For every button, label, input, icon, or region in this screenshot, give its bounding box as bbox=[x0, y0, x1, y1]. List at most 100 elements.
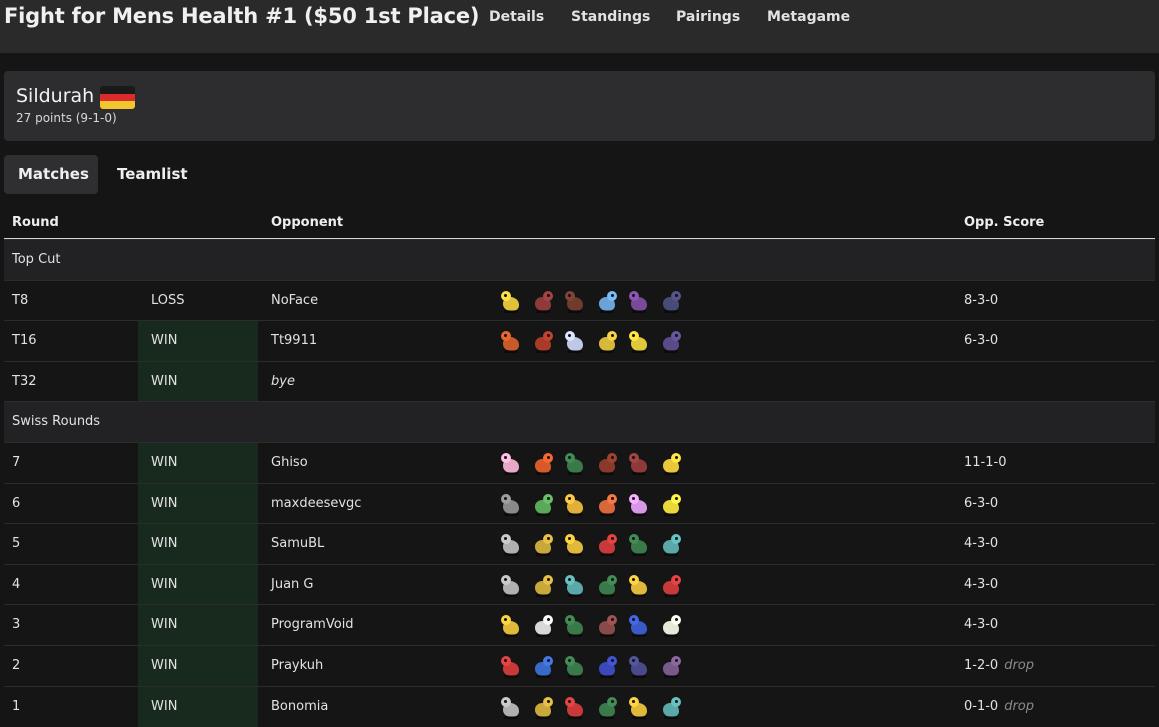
result-cell: WIN bbox=[138, 687, 258, 727]
opp-score-value: 0-1-0 bbox=[964, 699, 999, 714]
opponent-team[interactable] bbox=[498, 329, 684, 355]
result-cell: WIN bbox=[138, 565, 258, 605]
opponent-team[interactable] bbox=[498, 613, 684, 639]
opponent-name[interactable]: Juan G bbox=[271, 565, 314, 605]
opponent-team[interactable] bbox=[498, 289, 684, 315]
round-cell: 4 bbox=[12, 577, 21, 592]
result-cell: LOSS bbox=[151, 293, 185, 308]
pokemon-sprite-icon bbox=[594, 613, 620, 639]
match-row[interactable]: 7 WIN Ghiso 11-1-0 bbox=[4, 442, 1155, 483]
pokemon-sprite-icon bbox=[658, 695, 684, 721]
match-row[interactable]: 6 WIN maxdeesevgc 6-3-0 bbox=[4, 483, 1155, 524]
opponent-name[interactable]: Praykuh bbox=[271, 646, 323, 686]
nav-metagame[interactable]: Metagame bbox=[767, 9, 850, 25]
player-name: Sildurah bbox=[16, 85, 95, 107]
section-label: Top Cut bbox=[12, 252, 61, 267]
drop-label: drop bbox=[1004, 699, 1035, 714]
match-row[interactable]: T8 LOSS NoFace 8-3-0 bbox=[4, 280, 1155, 321]
pokemon-sprite-icon bbox=[562, 289, 588, 315]
opp-score-value: 4-3-0 bbox=[964, 577, 999, 592]
opponent-name[interactable]: ProgramVoid bbox=[271, 605, 354, 645]
pokemon-sprite-icon bbox=[530, 613, 556, 639]
tab-teamlist[interactable]: Teamlist bbox=[103, 155, 202, 194]
match-row[interactable]: 2 WIN Praykuh 1-2-0 drop bbox=[4, 645, 1155, 686]
opponent-name[interactable]: maxdeesevgc bbox=[271, 484, 361, 524]
opp-score-value: 11-1-0 bbox=[964, 455, 1007, 470]
opp-score-value: 6-3-0 bbox=[964, 496, 999, 511]
pokemon-sprite-icon bbox=[594, 695, 620, 721]
opp-score-cell: 4-3-0 bbox=[964, 565, 998, 605]
pokemon-sprite-icon bbox=[626, 289, 652, 315]
pokemon-sprite-icon bbox=[626, 451, 652, 477]
nav-pairings[interactable]: Pairings bbox=[676, 9, 740, 25]
player-card: Sildurah 27 points (9-1-0) bbox=[4, 71, 1155, 141]
pokemon-sprite-icon bbox=[498, 573, 524, 599]
pokemon-sprite-icon bbox=[498, 613, 524, 639]
match-row[interactable]: 4 WIN Juan G 4-3-0 bbox=[4, 564, 1155, 605]
pokemon-sprite-icon bbox=[562, 329, 588, 355]
round-cell: 3 bbox=[12, 617, 21, 632]
opp-score-cell: 4-3-0 bbox=[964, 524, 998, 564]
opponent-team[interactable] bbox=[498, 451, 684, 477]
match-row[interactable]: T16 WIN Tt9911 6-3-0 bbox=[4, 320, 1155, 361]
pokemon-sprite-icon bbox=[594, 289, 620, 315]
opp-score-cell: 1-2-0 drop bbox=[964, 646, 1034, 686]
pokemon-sprite-icon bbox=[658, 654, 684, 680]
match-row[interactable]: 1 WIN Bonomia 0-1-0 drop bbox=[4, 686, 1155, 727]
pokemon-sprite-icon bbox=[658, 573, 684, 599]
pokemon-sprite-icon bbox=[594, 654, 620, 680]
match-row[interactable]: T32 WIN bye bbox=[4, 361, 1155, 402]
section-row: Swiss Rounds bbox=[4, 401, 1155, 442]
pokemon-sprite-icon bbox=[626, 613, 652, 639]
column-header-round: Round bbox=[12, 215, 59, 230]
nav-details[interactable]: Details bbox=[489, 9, 544, 25]
opponent-name[interactable]: SamuBL bbox=[271, 524, 324, 564]
pokemon-sprite-icon bbox=[626, 492, 652, 518]
pokemon-sprite-icon bbox=[594, 451, 620, 477]
pokemon-sprite-icon bbox=[530, 654, 556, 680]
pokemon-sprite-icon bbox=[562, 613, 588, 639]
opp-score-value: 6-3-0 bbox=[964, 333, 999, 348]
pokemon-sprite-icon bbox=[594, 573, 620, 599]
tournament-title: Fight for Mens Health #1 ($50 1st Place) bbox=[4, 4, 480, 28]
pokemon-sprite-icon bbox=[562, 492, 588, 518]
opponent-team[interactable] bbox=[498, 492, 684, 518]
opponent-name[interactable]: Tt9911 bbox=[271, 321, 317, 361]
result-cell: WIN bbox=[138, 524, 258, 564]
nav-standings[interactable]: Standings bbox=[571, 9, 650, 25]
pokemon-sprite-icon bbox=[562, 532, 588, 558]
opp-score-value: 1-2-0 bbox=[964, 658, 999, 673]
pokemon-sprite-icon bbox=[530, 492, 556, 518]
result-cell: WIN bbox=[138, 646, 258, 686]
pokemon-sprite-icon bbox=[498, 654, 524, 680]
pokemon-sprite-icon bbox=[530, 329, 556, 355]
pokemon-sprite-icon bbox=[626, 573, 652, 599]
opponent-name[interactable]: Ghiso bbox=[271, 443, 308, 483]
result-cell: WIN bbox=[138, 321, 258, 361]
pokemon-sprite-icon bbox=[658, 329, 684, 355]
match-row[interactable]: 3 WIN ProgramVoid 4-3-0 bbox=[4, 604, 1155, 645]
opponent-name[interactable]: Bonomia bbox=[271, 687, 328, 727]
match-row[interactable]: 5 WIN SamuBL 4-3-0 bbox=[4, 523, 1155, 564]
pokemon-sprite-icon bbox=[626, 532, 652, 558]
round-cell: T32 bbox=[12, 374, 37, 389]
opp-score-value: 4-3-0 bbox=[964, 536, 999, 551]
pokemon-sprite-icon bbox=[530, 451, 556, 477]
pokemon-sprite-icon bbox=[562, 654, 588, 680]
pokemon-sprite-icon bbox=[498, 451, 524, 477]
opp-score-cell: 11-1-0 bbox=[964, 443, 1006, 483]
pokemon-sprite-icon bbox=[562, 695, 588, 721]
result-cell: WIN bbox=[138, 362, 258, 402]
tab-matches[interactable]: Matches bbox=[4, 155, 98, 194]
drop-label: drop bbox=[1004, 658, 1035, 673]
opponent-name[interactable]: NoFace bbox=[271, 281, 318, 321]
opponent-team[interactable] bbox=[498, 695, 684, 721]
opponent-team[interactable] bbox=[498, 532, 684, 558]
pokemon-sprite-icon bbox=[658, 451, 684, 477]
opponent-team[interactable] bbox=[498, 654, 684, 680]
opponent-name: bye bbox=[271, 374, 295, 389]
round-cell: 1 bbox=[12, 699, 21, 714]
pokemon-sprite-icon bbox=[530, 573, 556, 599]
opponent-team[interactable] bbox=[498, 573, 684, 599]
pokemon-sprite-icon bbox=[658, 613, 684, 639]
